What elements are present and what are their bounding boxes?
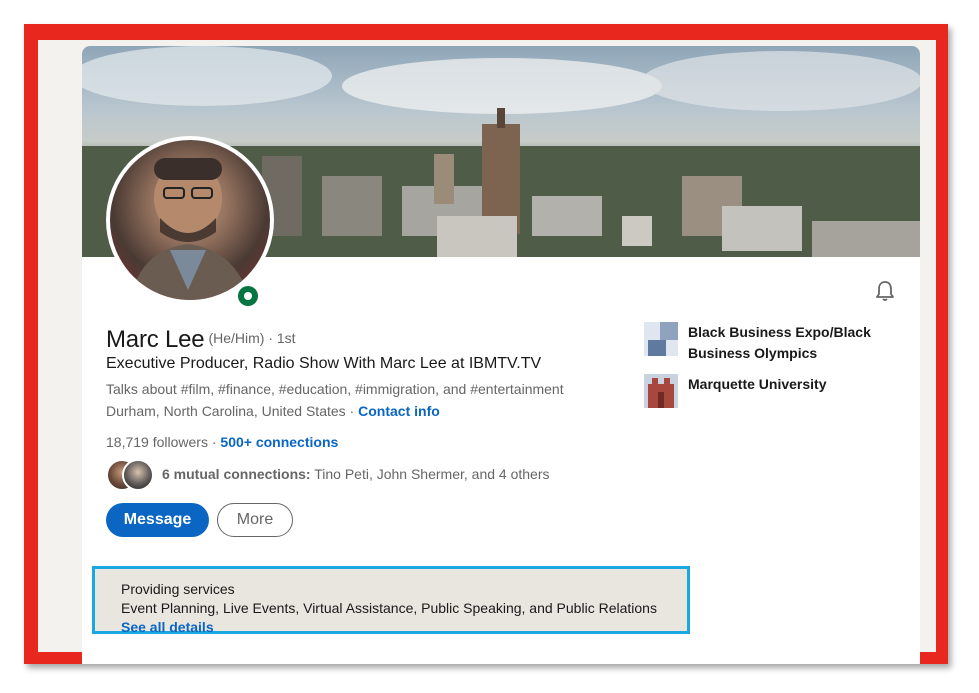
followers-separator: · bbox=[207, 434, 221, 450]
experience-name: Black Business Expo/Black Business Olymp… bbox=[688, 324, 871, 361]
contact-info-link[interactable]: Contact info bbox=[358, 403, 440, 419]
location-separator: · bbox=[345, 403, 359, 419]
mutual-connections-text: 6 mutual connections: Tino Peti, John Sh… bbox=[162, 466, 550, 482]
followers-count: 18,719 followers bbox=[106, 434, 208, 450]
talks-about: Talks about #film, #finance, #education,… bbox=[106, 381, 564, 397]
more-button[interactable]: More bbox=[217, 503, 293, 537]
name-row: Marc Lee (He/Him) · 1st bbox=[106, 326, 296, 354]
location-text: Durham, North Carolina, United States bbox=[106, 403, 346, 419]
see-all-details-link[interactable]: See all details bbox=[121, 619, 214, 635]
black-business-expo-logo bbox=[644, 322, 678, 356]
location-row: Durham, North Carolina, United States · … bbox=[106, 403, 440, 419]
experience-name: Marquette University bbox=[688, 376, 827, 392]
experience-item[interactable]: Marquette University bbox=[644, 374, 904, 422]
experience-item[interactable]: Black Business Expo/Black Business Olymp… bbox=[644, 322, 904, 370]
services-title: Providing services bbox=[121, 581, 235, 597]
connections-link[interactable]: 500+ connections bbox=[220, 434, 338, 450]
profile-card: Marc Lee (He/Him) · 1st Executive Produce… bbox=[82, 46, 920, 664]
profile-name: Marc Lee bbox=[106, 326, 205, 353]
services-list: Event Planning, Live Events, Virtual Ass… bbox=[121, 600, 657, 616]
mutual-avatars bbox=[106, 459, 154, 491]
message-button[interactable]: Message bbox=[106, 503, 209, 537]
profile-headline: Executive Producer, Radio Show With Marc… bbox=[106, 355, 542, 372]
mutual-count: 6 mutual connections: bbox=[162, 466, 311, 482]
experience-list: Black Business Expo/Black Business Olymp… bbox=[644, 322, 904, 426]
providing-services-box[interactable]: Providing services Event Planning, Live … bbox=[92, 566, 690, 635]
profile-photo[interactable] bbox=[106, 136, 274, 304]
avatar bbox=[122, 459, 154, 491]
marquette-university-logo bbox=[644, 374, 678, 408]
bell-icon[interactable] bbox=[873, 279, 897, 303]
pronouns-degree: (He/Him) · 1st bbox=[208, 330, 296, 346]
followers-row: 18,719 followers · 500+ connections bbox=[106, 434, 338, 450]
online-status-icon bbox=[234, 282, 262, 310]
mutual-names: Tino Peti, John Shermer, and 4 others bbox=[310, 466, 550, 482]
